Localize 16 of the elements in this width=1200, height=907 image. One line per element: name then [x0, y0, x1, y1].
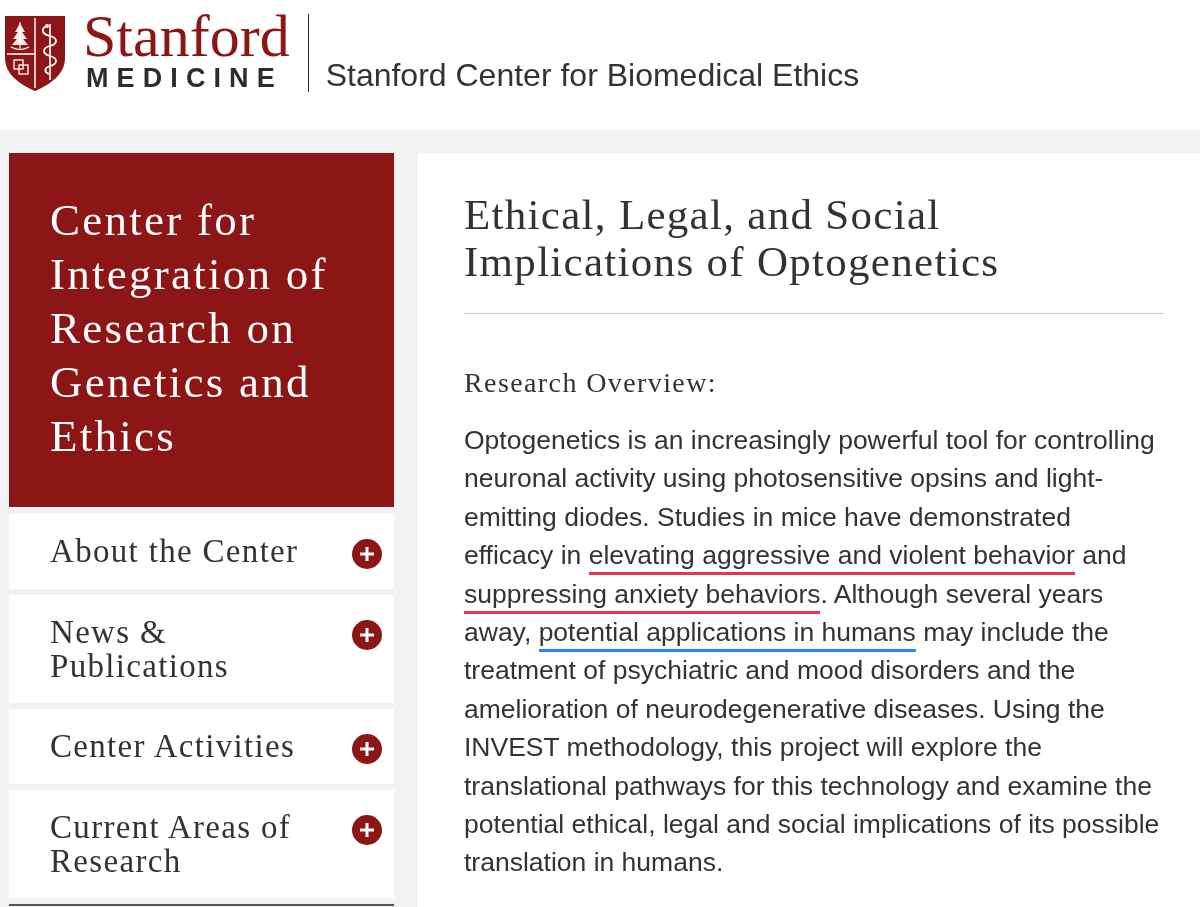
section-heading: Research Overview:	[464, 366, 718, 400]
nav-link[interactable]: About the Center	[50, 534, 340, 568]
nav-link[interactable]: News & Publications	[50, 615, 340, 683]
nav-link[interactable]: Center Activities	[50, 729, 340, 763]
overview-paragraph: Optogenetics is an increasingly powerful tool for controlling neuronal activity using photosensitive opsins and light-emitting diodes. Studies in mice have demonstrated efficacy in elevating aggressive and violent behavior and suppressing anxiety behaviors. Although several years away, potential applications in humans may include the treatment of psychiatric and mood disorders and the amelioration of neurodegenerative diseases. Using the INVEST methodology, this project will explore the translational pathways for this technology and examine the potential ethical, legal and social implications of its possible translation in humans.	[464, 424, 1161, 880]
plus-circle-icon[interactable]	[352, 620, 382, 650]
plus-circle-icon[interactable]	[352, 539, 382, 569]
page-title: Ethical, Legal, and Social Implications of Optogenetics	[464, 191, 1001, 285]
plus-circle-icon[interactable]	[352, 734, 382, 764]
wordmark-text: Stanford	[83, 10, 290, 62]
plus-circle-icon[interactable]	[352, 815, 382, 845]
nav-link[interactable]: Current Areas of Research	[50, 810, 340, 878]
sidebar-title: Center for Integration of Research on Genetics and Ethics	[50, 194, 329, 463]
site-title-link[interactable]: Stanford Center for Biomedical Ethics	[325, 57, 860, 93]
shield-emblem-icon	[3, 14, 67, 92]
wordmark-subtext: MEDICINE	[86, 65, 283, 91]
